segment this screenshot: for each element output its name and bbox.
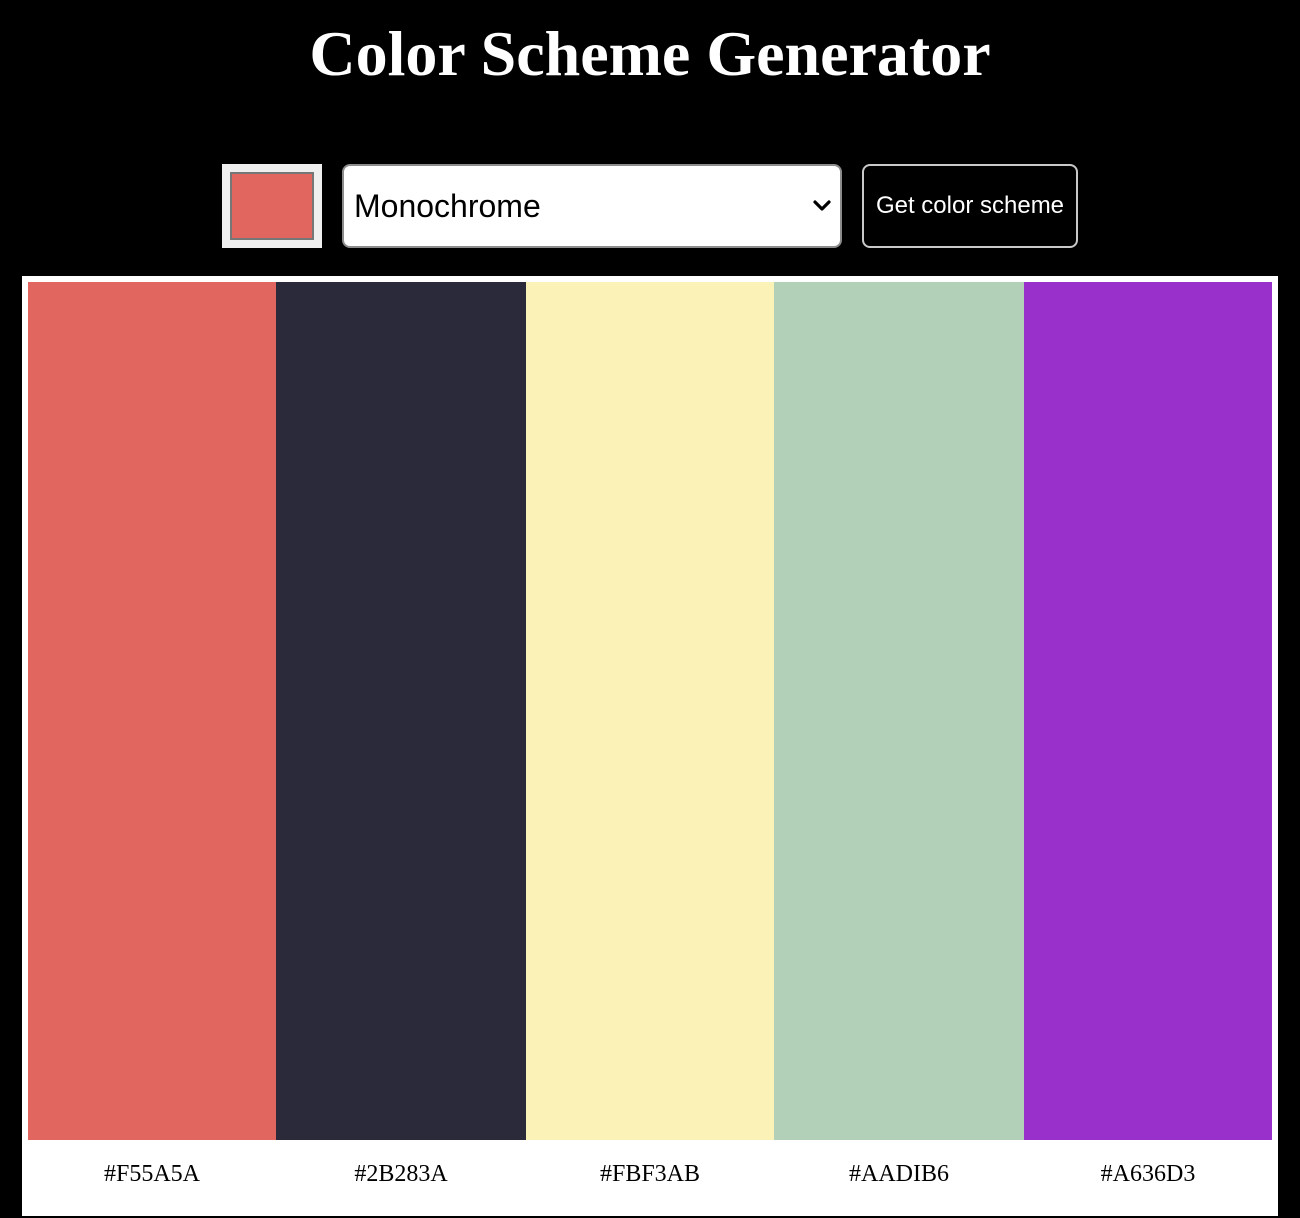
- page-title: Color Scheme Generator: [309, 18, 991, 89]
- color-picker[interactable]: [222, 164, 322, 248]
- scheme-mode-select[interactable]: Monochrome: [342, 164, 842, 248]
- get-color-scheme-button[interactable]: Get color scheme: [862, 164, 1078, 248]
- chevron-down-icon: [813, 200, 831, 211]
- color-block[interactable]: [28, 282, 276, 1140]
- color-hex-label: #2B283A: [354, 1161, 448, 1187]
- palette-column: #F55A5A: [28, 282, 276, 1210]
- palette-columns: #F55A5A #2B283A #FBF3AB #AADIB6 #A636D3: [28, 282, 1272, 1210]
- palette-column: #2B283A: [276, 282, 526, 1210]
- color-hex-label: #F55A5A: [103, 1161, 200, 1187]
- palette-column: #AADIB6: [774, 282, 1024, 1210]
- color-block[interactable]: [526, 282, 774, 1140]
- color-block[interactable]: [276, 282, 526, 1140]
- color-block[interactable]: [774, 282, 1024, 1140]
- color-palette: #F55A5A #2B283A #FBF3AB #AADIB6 #A636D3: [22, 276, 1278, 1216]
- scheme-mode-value: Monochrome: [354, 188, 541, 224]
- color-hex-label: #AADIB6: [849, 1161, 949, 1187]
- color-hex-label: #A636D3: [1100, 1161, 1196, 1187]
- palette-column: #A636D3: [1024, 282, 1272, 1210]
- color-block[interactable]: [1024, 282, 1272, 1140]
- color-hex-label: #FBF3AB: [599, 1161, 701, 1187]
- color-picker-swatch[interactable]: [230, 172, 314, 240]
- palette-column: #FBF3AB: [526, 282, 774, 1210]
- controls-bar: Monochrome Get color scheme: [0, 164, 1300, 248]
